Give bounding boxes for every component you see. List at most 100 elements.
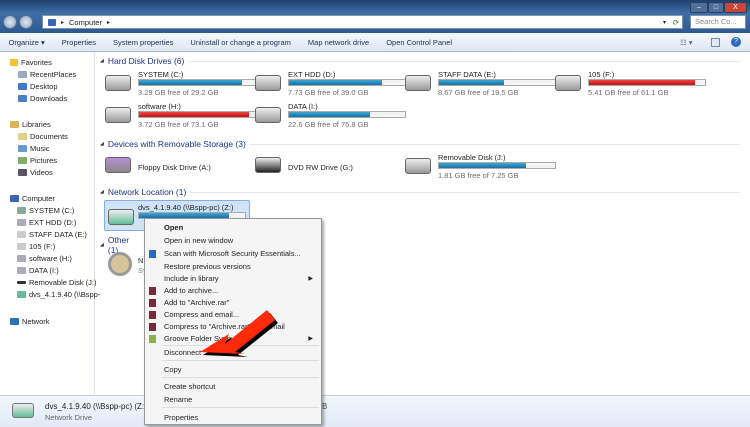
drive-icon	[17, 255, 26, 262]
help-icon[interactable]: ?	[731, 37, 741, 47]
library-icon	[10, 121, 19, 128]
drive-g[interactable]: DVD RW Drive (G:)	[255, 152, 405, 180]
context-menu-item[interactable]: Restore previous versions	[145, 261, 321, 273]
submenu-arrow-icon: ▶	[308, 336, 313, 342]
sidebar-item-z[interactable]: dvs_4.1.9.40 (\\Bspp-	[17, 289, 100, 300]
breadcrumb-computer[interactable]: Computer	[69, 18, 102, 27]
sidebar-item-downloads[interactable]: Downloads	[18, 93, 67, 104]
hard-drive-icon	[105, 107, 131, 123]
network-drive-icon	[12, 403, 34, 418]
maximize-button[interactable]: □	[708, 2, 724, 13]
drive-j[interactable]: Removable Disk (J:) 1.81 GB free of 7.25 …	[405, 153, 556, 181]
drive-icon	[17, 243, 26, 250]
sidebar-item-j[interactable]: Removable Disk (J:)	[17, 277, 97, 288]
winrar-icon	[149, 299, 156, 307]
open-control-panel-button[interactable]: Open Control Panel	[378, 38, 461, 47]
usage-bar	[138, 79, 256, 86]
close-button[interactable]: X	[724, 2, 747, 13]
sidebar-item-f[interactable]: 105 (F:)	[17, 241, 55, 252]
dvd-icon	[255, 157, 281, 173]
downloads-icon	[18, 95, 27, 102]
context-menu-item[interactable]: Copy	[145, 364, 321, 376]
group-hard-disk-drives[interactable]: ◢ Hard Disk Drives (6)	[100, 56, 740, 66]
forward-button[interactable]	[19, 15, 33, 29]
other-item-name[interactable]: N	[138, 256, 143, 265]
context-menu-item[interactable]: Properties	[145, 412, 321, 424]
sidebar-item-desktop[interactable]: Desktop	[18, 81, 58, 92]
star-icon	[10, 59, 18, 66]
removable-disk-icon	[17, 281, 26, 284]
organize-button[interactable]: Organize ▾	[0, 38, 53, 47]
chevron-right-icon: ▸	[61, 19, 65, 26]
sidebar-item-h[interactable]: software (H:)	[17, 253, 72, 264]
drive-name: DATA (I:)	[288, 102, 318, 111]
drive-icon	[17, 219, 26, 226]
drive-a[interactable]: Floppy Disk Drive (A:)	[105, 152, 255, 180]
sidebar-computer[interactable]: Computer	[10, 193, 55, 204]
usage-bar	[138, 111, 256, 118]
context-menu-item[interactable]: Open in new window	[145, 235, 321, 247]
properties-button[interactable]: Properties	[53, 38, 104, 47]
sidebar-item-documents[interactable]: Documents	[18, 131, 68, 142]
drive-name: software (H:)	[138, 102, 181, 111]
videos-icon	[18, 169, 27, 176]
magnifier-house-icon	[108, 252, 132, 276]
computer-icon	[48, 18, 56, 26]
search-input[interactable]: Search Co...	[690, 15, 746, 29]
winrar-icon	[149, 323, 156, 331]
sidebar-item-recentplaces[interactable]: RecentPlaces	[18, 69, 76, 80]
address-bar[interactable]: ▸ Computer ▸ ▾ ⟳	[42, 15, 683, 29]
sidebar-item-e[interactable]: STAFF DATA (E:)	[17, 229, 87, 240]
sidebar-item-c[interactable]: SYSTEM (C:)	[17, 205, 74, 216]
sidebar-item-music[interactable]: Music	[18, 143, 50, 154]
refresh-icon[interactable]: ⟳	[673, 18, 679, 27]
removable-disk-icon	[405, 158, 431, 174]
context-menu-item[interactable]: Create shortcut	[145, 381, 321, 393]
details-extra: B	[322, 402, 328, 411]
system-properties-button[interactable]: System properties	[104, 38, 181, 47]
sidebar-item-d[interactable]: EXT HDD (D:)	[17, 217, 76, 228]
drive-icon	[17, 267, 26, 274]
drive-free-space: 3.72 GB free of 73.1 GB	[138, 120, 219, 129]
dropdown-icon[interactable]: ▾	[663, 19, 666, 26]
drive-item[interactable]: 105 (F:) 5.41 GB free of 61.1 GB	[555, 70, 706, 98]
preview-pane-icon[interactable]	[711, 37, 720, 47]
computer-icon	[10, 195, 19, 202]
map-network-drive-button[interactable]: Map network drive	[299, 38, 377, 47]
drive-free-space: 5.41 GB free of 61.1 GB	[588, 88, 669, 97]
drive-item[interactable]: DATA (I:) 22.6 GB free of 75.8 GB	[255, 102, 406, 130]
details-name: dvs_4.1.9.40 (\\Bspp-pc) (Z:)	[45, 402, 147, 411]
drive-item[interactable]: software (H:) 3.72 GB free of 73.1 GB	[105, 102, 256, 130]
drive-item[interactable]: SYSTEM (C:) 3.29 GB free of 29.2 GB	[105, 70, 256, 98]
context-menu-item[interactable]: Scan with Microsoft Security Essentials.…	[145, 248, 321, 260]
security-essentials-icon	[149, 250, 156, 258]
sidebar-item-pictures[interactable]: Pictures	[18, 155, 57, 166]
group-removable-storage[interactable]: ◢ Devices with Removable Storage (3)	[100, 139, 740, 149]
sidebar-item-i[interactable]: DATA (I:)	[17, 265, 59, 276]
sidebar-network[interactable]: Network	[10, 316, 50, 327]
hard-drive-icon	[255, 75, 281, 91]
minimize-button[interactable]: –	[690, 2, 708, 13]
drive-name: EXT HDD (D:)	[288, 70, 336, 79]
context-menu-item[interactable]: Include in library ▶	[145, 273, 321, 285]
network-drive-icon	[17, 291, 26, 298]
network-drive-icon	[108, 209, 134, 225]
drive-icon	[17, 207, 26, 214]
back-button[interactable]	[3, 15, 17, 29]
context-menu-item[interactable]: Rename	[145, 394, 321, 406]
sidebar-item-videos[interactable]: Videos	[18, 167, 53, 178]
drive-item[interactable]: EXT HDD (D:) 7.73 GB free of 39.0 GB	[255, 70, 406, 98]
context-menu-item[interactable]: Open	[145, 222, 321, 234]
drive-item[interactable]: STAFF DATA (E:) 8.67 GB free of 19.5 GB	[405, 70, 556, 98]
details-type: Network Drive	[45, 413, 93, 422]
sidebar-libraries[interactable]: Libraries	[10, 119, 51, 130]
drive-name: STAFF DATA (E:)	[438, 70, 496, 79]
submenu-arrow-icon: ▶	[308, 276, 313, 282]
winrar-icon	[149, 287, 156, 295]
red-arrow-annotation	[200, 310, 278, 357]
sidebar-favorites[interactable]: Favorites	[10, 57, 52, 68]
uninstall-button[interactable]: Uninstall or change a program	[182, 38, 299, 47]
group-network-location[interactable]: ◢ Network Location (1)	[100, 187, 740, 197]
view-options-icon[interactable]: ☷ ▾	[680, 38, 693, 47]
context-menu-item[interactable]: Add to archive...	[145, 285, 321, 297]
